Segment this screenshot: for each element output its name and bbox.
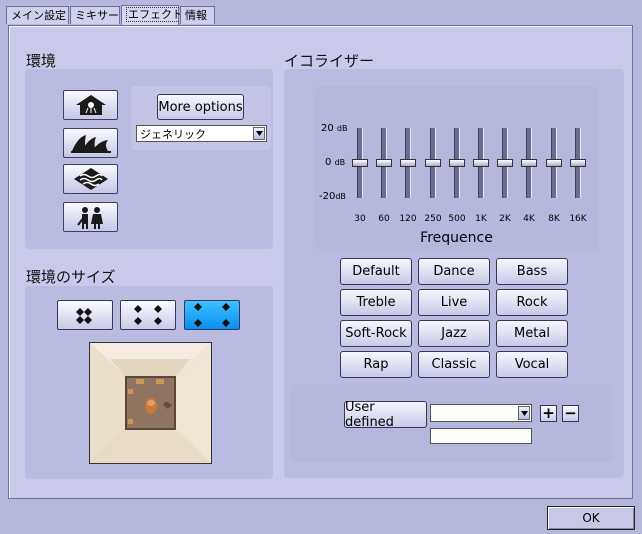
tab-label: 情報 [185,9,207,22]
eq-slider-knob[interactable] [473,159,489,167]
preset-rock-button[interactable]: Rock [496,289,568,316]
preset-vocal-button[interactable]: Vocal [496,351,568,378]
eq-band-label: 16K [569,214,587,224]
opera-house-icon [70,135,111,153]
eq-band-label: 250 [424,214,442,224]
room-preview [89,342,212,464]
environment-size-title: 環境のサイズ [26,268,116,286]
preset-bass-button[interactable]: Bass [496,258,568,285]
large-room-icon [194,303,230,327]
size-medium-button[interactable] [120,300,176,330]
eq-band-label: 8K [548,214,560,224]
eq-slider-knob[interactable] [376,159,392,167]
eq-slider-knob[interactable] [352,159,368,167]
user-defined-panel [291,385,612,462]
ok-button[interactable]: OK [547,506,635,530]
preset-metal-button[interactable]: Metal [496,320,568,347]
eq-slider-knob[interactable] [400,159,416,167]
environment-preset-select[interactable]: ジェネリック [136,125,267,142]
eq-band-label: 30 [354,214,366,224]
equalizer-title: イコライザー [284,52,375,70]
size-large-button[interactable] [184,300,240,330]
environment-preset-value: ジェネリック [140,127,206,141]
user-preset-select[interactable] [430,404,532,422]
preset-soft-rock-button[interactable]: Soft-Rock [340,320,412,347]
room-preview-graphic [90,343,211,463]
tab-effects[interactable]: エフェクト [121,5,185,25]
waves-icon [73,168,108,190]
eq-band-label: 60 [378,214,390,224]
eq-band-label: 4K [523,214,535,224]
db-label-top: 20 dB [321,123,348,134]
minus-icon: − [564,404,577,422]
size-small-button[interactable] [57,300,113,330]
environment-concert-hall-button[interactable] [63,128,118,158]
medium-room-icon [134,305,162,325]
tab-label: エフェクト [126,7,185,22]
small-room-icon [76,308,92,324]
preset-jazz-button[interactable]: Jazz [418,320,490,347]
preset-default-button[interactable]: Default [340,258,412,285]
user-defined-button[interactable]: User defined [344,400,427,430]
tab-info[interactable]: 情報 [180,6,215,24]
house-shower-icon [75,95,106,115]
environment-people-button[interactable] [63,202,118,232]
eq-band-label: 1K [475,214,487,224]
eq-slider-knob[interactable] [546,159,562,167]
preset-treble-button[interactable]: Treble [340,289,412,316]
environment-title: 環境 [26,52,57,70]
environment-underwater-button[interactable] [63,164,118,194]
eq-slider-knob[interactable] [570,159,586,167]
eq-band-label: 2K [499,214,511,224]
tab-label: メイン設定 [11,9,66,22]
plus-icon: + [542,404,555,422]
people-icon [76,207,103,229]
eq-slider-knob[interactable] [497,159,513,167]
frequence-label: Frequence [420,230,493,246]
chevron-down-icon [518,406,530,420]
eq-slider-knob[interactable] [425,159,441,167]
preset-name-field[interactable] [430,428,532,444]
eq-slider-knob[interactable] [449,159,465,167]
tab-label: ミキサー [75,9,119,22]
db-label-mid: 0 dB [325,157,346,168]
chevron-down-icon [253,127,265,140]
preset-live-button[interactable]: Live [418,289,490,316]
tab-main-settings[interactable]: メイン設定 [6,6,69,24]
preset-rap-button[interactable]: Rap [340,351,412,378]
eq-band-label: 500 [448,214,466,224]
preset-dance-button[interactable]: Dance [418,258,490,285]
db-label-bottom: -20dB [319,191,346,202]
remove-preset-button[interactable]: − [562,405,579,422]
environment-bathroom-button[interactable] [63,90,118,120]
more-options-button[interactable]: More options [157,94,244,120]
add-preset-button[interactable]: + [540,405,557,422]
preset-classic-button[interactable]: Classic [418,351,490,378]
eq-band-label: 120 [399,214,417,224]
eq-slider-knob[interactable] [521,159,537,167]
tab-mixer[interactable]: ミキサー [70,6,120,24]
